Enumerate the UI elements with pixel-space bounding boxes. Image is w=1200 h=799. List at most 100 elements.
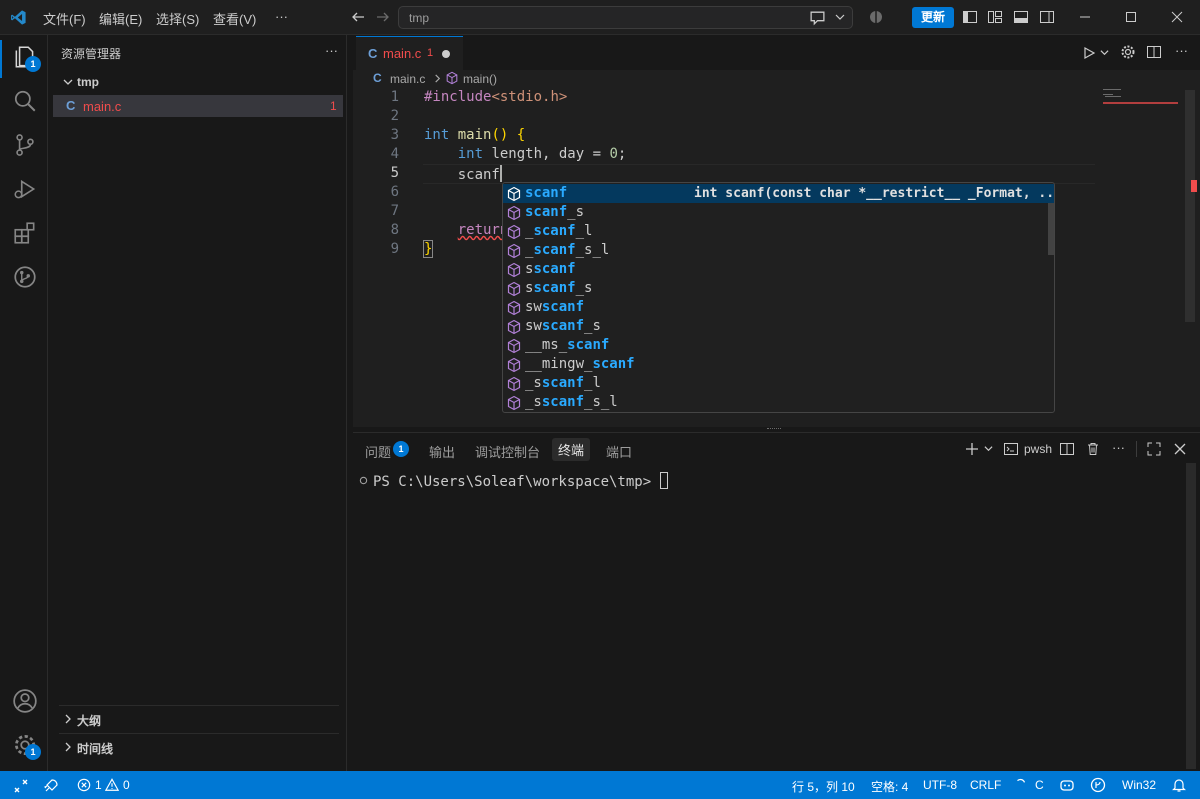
extensions-icon[interactable] — [12, 220, 38, 246]
suggestion-item[interactable]: sscanf — [503, 260, 1048, 279]
method-cube-icon — [507, 338, 521, 354]
back-arrow-icon[interactable] — [350, 9, 366, 25]
suggestion-item[interactable]: scanf_s — [503, 203, 1048, 222]
suggestion-item[interactable]: _scanf_l — [503, 222, 1048, 241]
function-name: main — [449, 127, 492, 143]
indentation[interactable]: 空格: 4 — [871, 778, 908, 795]
tab-ports[interactable]: 端口 — [606, 442, 632, 461]
language-mode[interactable]: C — [1035, 778, 1044, 792]
encoding[interactable]: UTF-8 — [923, 778, 957, 792]
update-button[interactable]: 更新 — [912, 7, 954, 28]
tab-main-c[interactable]: C main.c 1 — [356, 36, 463, 70]
minimap[interactable] — [1103, 87, 1183, 107]
folder-row-tmp[interactable]: tmp — [53, 71, 343, 93]
code-line-9[interactable]: } — [422, 240, 434, 258]
warning-icon[interactable] — [105, 778, 119, 792]
search-icon[interactable] — [12, 88, 38, 114]
copilot-status-icon[interactable] — [1059, 777, 1075, 793]
forward-arrow-icon[interactable] — [375, 9, 391, 25]
copilot-chat-icon[interactable] — [809, 9, 826, 26]
maximize-icon[interactable] — [1123, 9, 1139, 25]
command-center-search[interactable]: tmp — [398, 6, 853, 29]
warning-count[interactable]: 0 — [123, 778, 130, 792]
tab-output[interactable]: 输出 — [429, 442, 455, 461]
platform[interactable]: Win32 — [1122, 778, 1156, 792]
toggle-secondary-sidebar-icon[interactable] — [1039, 9, 1055, 25]
panel-sash[interactable] — [767, 428, 781, 430]
code-line-8[interactable]: return — [424, 222, 509, 238]
code-line-3[interactable]: int main() { — [424, 127, 525, 143]
suggestion-item[interactable]: _scanf_s_l — [503, 241, 1048, 260]
timeline-section[interactable]: 时间线 — [53, 736, 343, 758]
terminal-line[interactable]: PS C:\Users\Soleaf\workspace\tmp> — [373, 472, 668, 490]
outline-section[interactable]: 大纲 — [53, 708, 343, 730]
file-row-main-c[interactable]: C main.c 1 — [53, 95, 343, 117]
tab-problems[interactable]: 问题 — [365, 442, 391, 461]
terminal-shell-icon[interactable] — [1003, 441, 1019, 457]
panel-more-actions[interactable]: ··· — [1112, 440, 1125, 455]
label-prefix: _s — [525, 375, 542, 391]
suggestion-item[interactable]: scanf int scanf(const char *__restrict__… — [503, 184, 1054, 203]
source-control-icon[interactable] — [12, 132, 38, 158]
tab-terminal[interactable]: 终端 — [552, 438, 591, 461]
tab-debug-console[interactable]: 调试控制台 — [475, 442, 540, 461]
notifications-bell-icon[interactable] — [1171, 777, 1187, 793]
chevron-down-icon[interactable] — [984, 444, 993, 453]
code-line-1[interactable]: #include<stdio.h> — [424, 89, 567, 105]
cursor-position[interactable]: 行 5，列 10 — [792, 778, 855, 795]
chevron-down-icon[interactable] — [835, 12, 845, 22]
shell-name[interactable]: pwsh — [1024, 442, 1052, 456]
menu-more[interactable]: ··· — [275, 9, 288, 24]
suggestion-detail: int scanf(const char *__restrict__ _Form… — [694, 186, 1055, 201]
suggestion-item[interactable]: _sscanf_l — [503, 374, 1048, 393]
git-graph-icon[interactable] — [12, 264, 38, 290]
maximize-panel-icon[interactable] — [1146, 441, 1162, 457]
menu-selection[interactable]: 选择(S) — [156, 9, 199, 28]
suggestion-item[interactable]: sscanf_s — [503, 279, 1048, 298]
suggestion-item[interactable]: __ms_scanf — [503, 336, 1048, 355]
language-braces-icon[interactable] — [1014, 778, 1028, 792]
sidebar-more-actions[interactable]: ··· — [325, 43, 338, 58]
terminal-prompt: PS C:\Users\Soleaf\workspace\tmp> — [373, 474, 660, 490]
suggestion-item[interactable]: swscanf_s — [503, 317, 1048, 336]
editor-scrollbar[interactable] — [1185, 90, 1195, 322]
menu-view[interactable]: 查看(V) — [213, 9, 256, 28]
close-window-icon[interactable] — [1169, 9, 1185, 25]
chevron-down-icon[interactable] — [1100, 48, 1109, 57]
split-editor-icon[interactable] — [1146, 44, 1162, 60]
breadcrumb-file[interactable]: main.c — [390, 72, 425, 86]
toggle-panel-icon[interactable] — [1013, 9, 1029, 25]
unsaved-dot-icon[interactable] — [442, 50, 450, 58]
customize-layout-icon[interactable] — [987, 9, 1003, 25]
code-line-4[interactable]: int length, day = 0; — [424, 146, 627, 162]
bottom-panel: 问题 1 输出 调试控制台 终端 端口 pwsh ··· PS C:\Users… — [353, 432, 1200, 771]
error-icon[interactable] — [77, 778, 91, 792]
menu-file[interactable]: 文件(F) — [43, 9, 86, 28]
copilot-icon[interactable] — [868, 9, 884, 25]
close-panel-icon[interactable] — [1172, 441, 1188, 457]
suggestion-item[interactable]: _sscanf_s_l — [503, 393, 1048, 412]
manage-badge: 1 — [25, 744, 41, 760]
new-terminal-plus-icon[interactable] — [964, 441, 980, 457]
git-graph-status-icon[interactable] — [1090, 777, 1106, 793]
account-icon[interactable] — [12, 688, 38, 714]
terminal-scrollbar[interactable] — [1186, 463, 1196, 769]
trash-icon[interactable] — [1085, 441, 1101, 457]
suggestion-scrollbar[interactable] — [1048, 203, 1054, 255]
rocket-icon[interactable] — [43, 778, 59, 794]
minimize-icon[interactable] — [1077, 9, 1093, 25]
line-ending[interactable]: CRLF — [970, 778, 1001, 792]
suggestion-item[interactable]: swscanf — [503, 298, 1048, 317]
suggestion-item[interactable]: __mingw_scanf — [503, 355, 1048, 374]
error-count[interactable]: 1 — [95, 778, 102, 792]
split-terminal-icon[interactable] — [1059, 441, 1075, 457]
run-debug-icon[interactable] — [12, 176, 38, 202]
remote-icon[interactable] — [13, 778, 29, 794]
breadcrumb-symbol[interactable]: main() — [463, 72, 497, 86]
menu-edit[interactable]: 编辑(E) — [99, 9, 142, 28]
run-debug-config-icon[interactable] — [1081, 45, 1097, 61]
code-line-5[interactable]: scanf — [424, 165, 502, 183]
toggle-primary-sidebar-icon[interactable] — [962, 9, 978, 25]
gear-icon[interactable] — [1120, 44, 1136, 60]
editor-more-actions[interactable]: ··· — [1175, 43, 1188, 58]
